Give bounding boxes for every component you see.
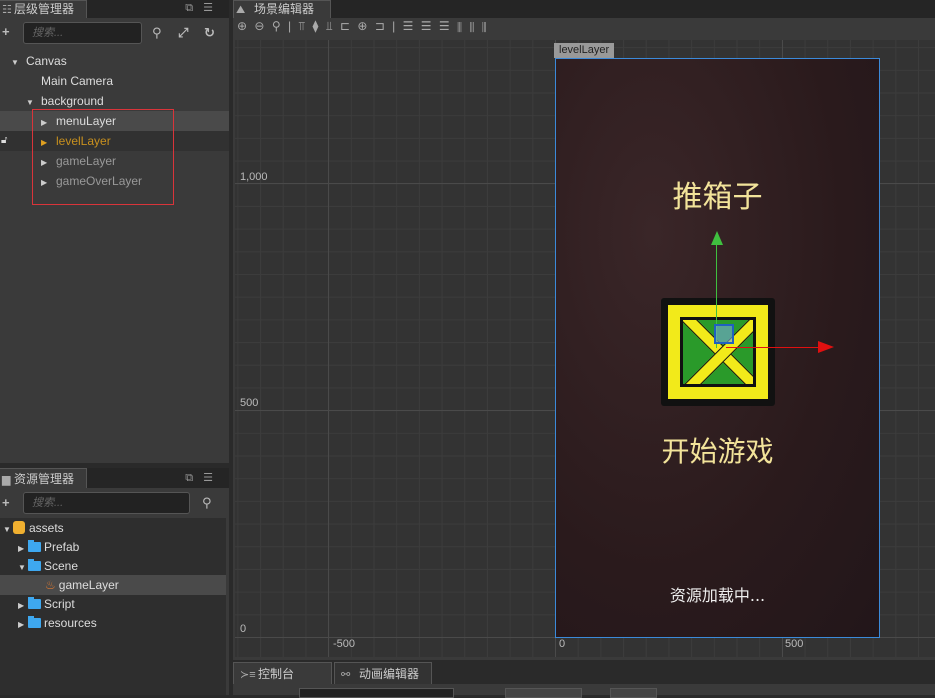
tab-assets[interactable]: ▆ 资源管理器 (0, 468, 87, 488)
align-right-icon[interactable]: ⊐ (375, 19, 387, 33)
align-top-icon[interactable]: ⫪ (298, 19, 307, 33)
separator: | (392, 19, 398, 33)
distribute-left-icon[interactable]: ⫴ (457, 19, 464, 33)
assets-tree: ▼ assets ▶ Prefab ▼ Scene ♨ gameLayer ▶ Scrip… (0, 518, 226, 695)
asset-assets[interactable]: ▼ assets (0, 518, 226, 538)
scene-toolbar: ⊕ ⊖ ⚲ | ⫪ ⧫ ⫫ ⊏ ⊕ ⊐ | ☰ ☰ ☰ ⫴ ⫴ ⫴ (237, 19, 489, 37)
bottom-tabbar: ≻≡ 控制台 ⚯ 动画编辑器 (233, 662, 935, 684)
assets-tabbar: ▆ 资源管理器 ⧉☰ (0, 468, 229, 488)
scene-canvas[interactable]: 1,000 500 0 -500 0 500 levelLayer 推箱子 开始… (235, 40, 935, 657)
zoom-out-icon[interactable]: ⊖ (254, 19, 266, 33)
loading-text: 资源加载中... (669, 586, 766, 605)
console-button[interactable] (610, 688, 657, 698)
add-asset-button[interactable]: + (2, 495, 10, 510)
asset-gamelayer-scene[interactable]: ♨ gameLayer (0, 575, 226, 595)
asset-label: gameLayer (58, 578, 119, 592)
x-axis-label: 0 (559, 638, 566, 650)
hierarchy-search-input[interactable]: 搜索... (23, 22, 142, 44)
x-axis-label: -500 (333, 638, 356, 650)
zoom-reset-icon[interactable]: ⚲ (272, 19, 283, 33)
game-title: 推箱子 (672, 180, 763, 215)
expand-icon[interactable]: ⤢ (178, 25, 188, 41)
y-arrow-icon[interactable] (711, 231, 723, 245)
scene-title: 场景编辑器 (254, 2, 315, 16)
align-left-icon[interactable]: ⊏ (340, 19, 352, 33)
move-gizmo-x-axis[interactable] (726, 347, 821, 348)
refresh-icon[interactable]: ↻ (204, 25, 215, 41)
distribute-top-icon[interactable]: ☰ (403, 19, 416, 33)
add-node-button[interactable]: + (2, 24, 10, 39)
asset-label: resources (44, 616, 97, 630)
node-label: Main Camera (41, 74, 114, 88)
expand-arrow-icon[interactable]: ▼ (11, 53, 21, 73)
y-axis-label: 500 (240, 397, 259, 409)
scene-fire-icon: ♨ (45, 578, 56, 592)
bottom-panel: ≻≡ 控制台 ⚯ 动画编辑器 (233, 662, 935, 698)
node-label: Canvas (26, 54, 67, 68)
search-icon[interactable]: ⚲ (152, 25, 162, 41)
lock-icon[interactable]: 🔓︎ (1, 131, 7, 151)
zoom-in-icon[interactable]: ⊕ (237, 19, 249, 33)
align-vcenter-icon[interactable]: ⧫ (313, 19, 321, 33)
start-game-label[interactable]: 开始游戏 (556, 430, 879, 470)
console-filter-input[interactable] (299, 688, 454, 698)
tab-label: 动画编辑器 (359, 667, 420, 681)
asset-prefab[interactable]: ▶ Prefab (0, 537, 226, 557)
gizmo-center-handle[interactable] (714, 324, 734, 344)
tab-scene-editor[interactable]: ⛰ 场景编辑器 (233, 0, 331, 18)
tree-node-background[interactable]: ▼ background (0, 91, 229, 111)
tree-node-canvas[interactable]: ▼ Canvas (0, 51, 229, 71)
hierarchy-tabbar: ☷ 层级管理器 ⧉☰ (0, 0, 229, 18)
console-icon: ≻≡ (240, 669, 256, 681)
console-button[interactable] (505, 688, 582, 698)
selection-highlight-box (32, 109, 174, 205)
panel-menu-icons[interactable]: ⧉☰ (185, 1, 223, 15)
folder-icon: ▆ (2, 474, 11, 486)
panel-menu-icons[interactable]: ⧉☰ (185, 471, 223, 485)
folder-icon (28, 540, 41, 552)
assets-panel: ▆ 资源管理器 ⧉☰ + 搜索... ⚲ ▼ assets ▶ Prefab ▼ Sce… (0, 468, 229, 695)
scene-icon: ⛰ (236, 4, 246, 16)
x-arrow-icon[interactable] (818, 341, 834, 353)
x-axis-label: 500 (785, 638, 804, 650)
y-axis-label: 0 (240, 623, 247, 635)
scene-tabbar: ⛰ 场景编辑器 (233, 0, 935, 18)
distribute-right-icon[interactable]: ⫴ (482, 19, 489, 33)
level-layer-node[interactable]: 推箱子 开始游戏 资源加载中... (555, 58, 880, 638)
tree-node-main-camera[interactable]: Main Camera (0, 71, 229, 91)
node-name-tag: levelLayer (554, 43, 615, 58)
distribute-vcenter-icon[interactable]: ☰ (421, 19, 434, 33)
distribute-bottom-icon[interactable]: ☰ (439, 19, 452, 33)
asset-label: Scene (44, 559, 79, 573)
assets-search-input[interactable]: 搜索... (23, 492, 190, 514)
collapse-arrow-icon[interactable]: ▶ (18, 615, 28, 635)
hierarchy-title: 层级管理器 (14, 2, 75, 16)
asset-label: Script (44, 597, 75, 611)
box-sprite[interactable] (661, 298, 775, 406)
align-hcenter-icon[interactable]: ⊕ (357, 19, 369, 33)
asset-script[interactable]: ▶ Script (0, 594, 226, 614)
folder-icon (28, 559, 41, 571)
tab-animation-editor[interactable]: ⚯ 动画编辑器 (334, 662, 432, 684)
asset-label: assets (29, 521, 64, 535)
animation-icon: ⚯ (341, 669, 351, 681)
folder-icon (28, 597, 41, 609)
asset-resources[interactable]: ▶ resources (0, 613, 226, 633)
align-bottom-icon[interactable]: ⫫ (326, 19, 335, 33)
folder-icon (28, 616, 41, 628)
tab-label: 控制台 (258, 667, 295, 681)
search-icon[interactable]: ⚲ (202, 495, 212, 511)
y-axis-label: 1,000 (240, 171, 268, 183)
tab-hierarchy[interactable]: ☷ 层级管理器 (0, 0, 87, 18)
asset-label: Prefab (44, 540, 80, 554)
node-label: background (41, 94, 104, 108)
distribute-hcenter-icon[interactable]: ⫴ (469, 19, 476, 33)
separator: | (287, 19, 294, 33)
assets-db-icon (13, 521, 25, 534)
asset-scene[interactable]: ▼ Scene (0, 556, 226, 576)
hierarchy-panel: ☷ 层级管理器 ⧉☰ + 搜索... ⚲ ⤢ ↻ ▼ Canvas Main Cam… (0, 0, 229, 463)
tab-console[interactable]: ≻≡ 控制台 (233, 662, 332, 684)
hierarchy-icon: ☷ (2, 4, 12, 16)
assets-title: 资源管理器 (14, 472, 75, 486)
